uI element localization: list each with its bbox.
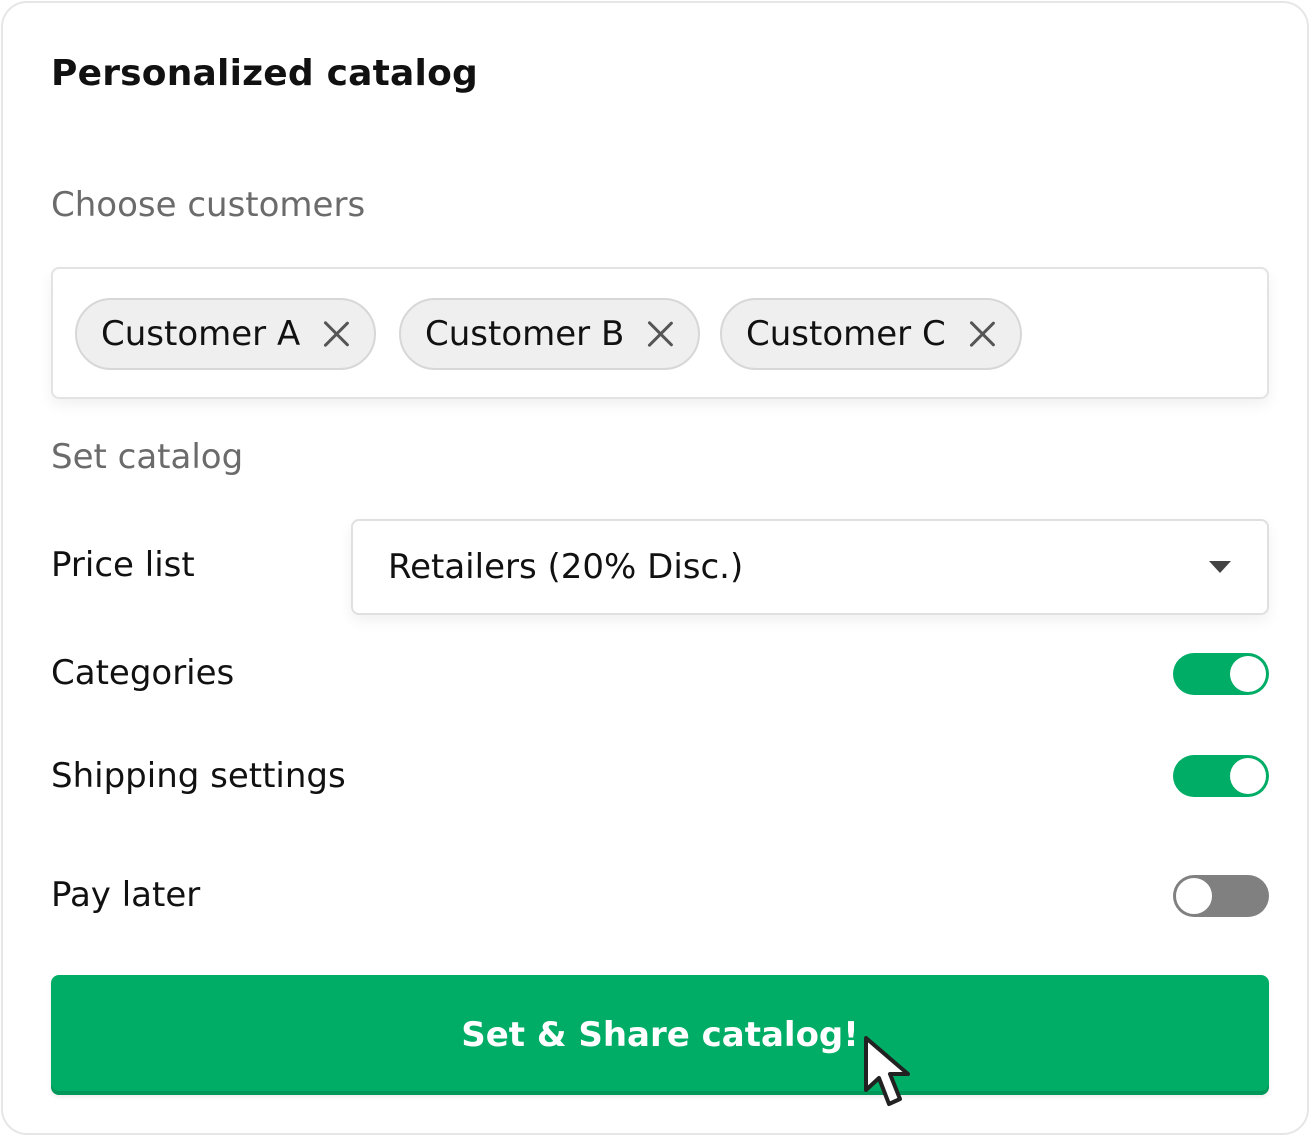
toggle-knob bbox=[1230, 758, 1266, 794]
pay-later-label: Pay later bbox=[51, 875, 201, 915]
close-icon[interactable] bbox=[646, 320, 674, 348]
caret-down-icon bbox=[1209, 561, 1231, 573]
close-icon[interactable] bbox=[968, 320, 996, 348]
pay-later-toggle[interactable] bbox=[1173, 875, 1269, 917]
toggle-knob bbox=[1230, 656, 1266, 692]
price-list-select[interactable]: Retailers (20% Disc.) bbox=[351, 519, 1269, 615]
price-list-value: Retailers (20% Disc.) bbox=[388, 547, 744, 587]
chip-label: Customer B bbox=[425, 314, 625, 354]
chip-label: Customer A bbox=[101, 314, 301, 354]
set-catalog-label: Set catalog bbox=[51, 437, 244, 477]
customer-chip[interactable]: Customer A bbox=[75, 298, 377, 370]
toggle-knob bbox=[1174, 876, 1214, 916]
page-title: Personalized catalog bbox=[51, 53, 478, 94]
pointer-cursor-icon bbox=[864, 1036, 910, 1106]
shipping-settings-toggle[interactable] bbox=[1173, 755, 1269, 797]
choose-customers-label: Choose customers bbox=[51, 185, 366, 225]
close-icon[interactable] bbox=[322, 320, 350, 348]
categories-label: Categories bbox=[51, 653, 235, 693]
set-share-catalog-button[interactable]: Set & Share catalog! bbox=[51, 975, 1269, 1095]
chip-label: Customer C bbox=[746, 314, 946, 354]
price-list-label: Price list bbox=[51, 545, 195, 585]
customer-chip[interactable]: Customer C bbox=[720, 298, 1022, 370]
customer-chip[interactable]: Customer B bbox=[399, 298, 701, 370]
shipping-settings-label: Shipping settings bbox=[51, 756, 346, 796]
catalog-card: Personalized catalog Choose customers Cu… bbox=[1, 1, 1309, 1135]
categories-toggle[interactable] bbox=[1173, 653, 1269, 695]
customer-select-field[interactable]: Customer A Customer B Customer C bbox=[51, 267, 1269, 399]
